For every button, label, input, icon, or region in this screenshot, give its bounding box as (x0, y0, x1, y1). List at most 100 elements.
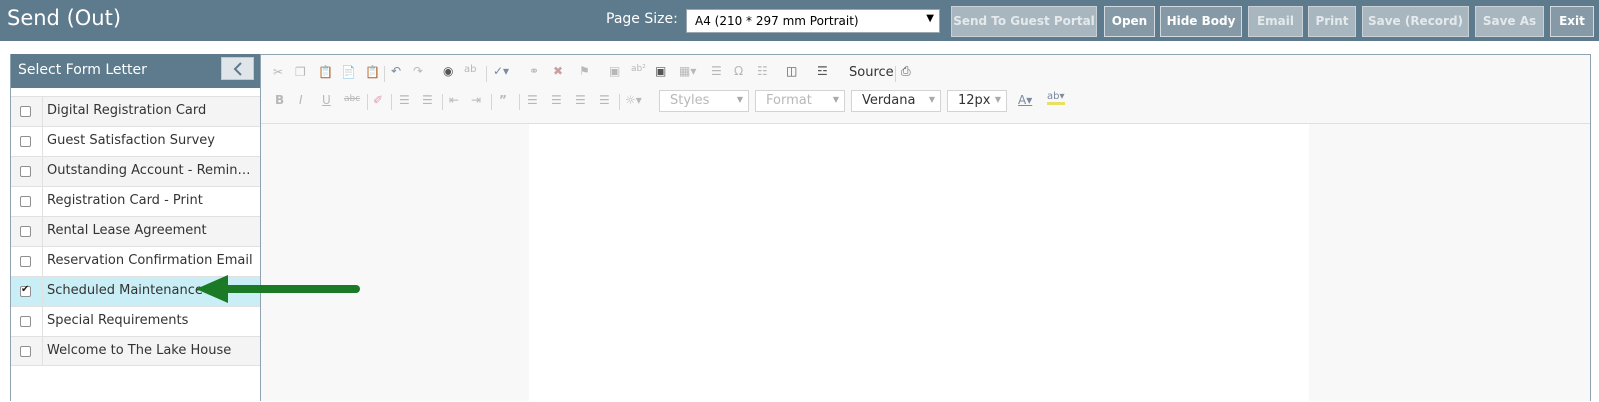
collapse-panel-button[interactable] (221, 57, 254, 80)
language-icon[interactable]: ☼▾ (625, 93, 642, 107)
caret-down-icon: ▼ (832, 95, 839, 104)
toolbar-separator (384, 66, 385, 82)
insert-image-icon[interactable]: ▣ (655, 64, 666, 78)
remove-format-icon[interactable]: ✐ (373, 93, 383, 107)
checkbox-cell (11, 277, 43, 306)
form-letter-row[interactable]: Registration Card - Print (11, 186, 260, 216)
replace-icon[interactable]: ab (464, 64, 476, 75)
paste-word-icon[interactable]: 📋 (365, 65, 380, 79)
format-dropdown-label: Format (766, 93, 812, 108)
blockquote-icon[interactable]: ” (499, 93, 507, 107)
save-record-button[interactable]: Save (Record) (1362, 6, 1469, 37)
font-dropdown-label: Verdana (862, 93, 916, 108)
source-icon[interactable]: ☲ (817, 64, 828, 78)
underline-icon[interactable]: U (322, 93, 331, 107)
font-dropdown[interactable]: Verdana ▼ (851, 90, 941, 112)
form-letter-checkbox[interactable] (20, 166, 31, 177)
checkbox-cell (11, 97, 43, 126)
source-button-label[interactable]: Source (849, 65, 894, 80)
form-letter-label: Reservation Confirmation Email (47, 253, 253, 268)
bulleted-list-icon[interactable]: ☰ (422, 93, 433, 107)
page-break-icon[interactable]: ☷ (757, 64, 768, 78)
superscript-icon[interactable]: ab² (631, 64, 646, 74)
redo-icon[interactable]: ↷ (413, 64, 423, 78)
anchor-icon[interactable]: ⚑ (579, 64, 590, 78)
form-letter-label: Rental Lease Agreement (47, 223, 207, 238)
align-center-icon[interactable]: ☰ (551, 93, 562, 107)
form-letter-row[interactable]: Outstanding Account - Reminder (11, 156, 260, 186)
form-letter-checkbox[interactable] (20, 226, 31, 237)
form-letter-row[interactable]: Guest Satisfaction Survey (11, 126, 260, 156)
cut-icon[interactable]: ✂ (273, 65, 283, 79)
hide-body-button[interactable]: Hide Body (1160, 6, 1242, 37)
align-left-icon[interactable]: ☰ (527, 93, 538, 107)
indent-icon[interactable]: ⇥ (471, 93, 481, 107)
form-letter-label: Guest Satisfaction Survey (47, 133, 215, 148)
italic-icon[interactable]: I (299, 93, 303, 107)
special-character-icon[interactable]: Ω (734, 64, 743, 78)
form-letter-checkbox[interactable] (20, 136, 31, 147)
styles-dropdown[interactable]: Styles ▼ (659, 90, 749, 112)
page-size-label: Page Size: (606, 11, 678, 27)
image-icon[interactable]: ▣ (609, 64, 620, 78)
text-color-icon[interactable]: A▾ (1018, 93, 1032, 107)
email-button[interactable]: Email (1248, 6, 1303, 37)
checkbox-cell (11, 187, 43, 216)
form-letter-row[interactable]: Rental Lease Agreement (11, 216, 260, 246)
justify-icon[interactable]: ☰ (599, 93, 610, 107)
bold-icon[interactable]: B (275, 93, 284, 107)
print-button[interactable]: Print (1308, 6, 1356, 37)
form-letter-checkbox[interactable] (20, 316, 31, 327)
send-to-guest-portal-button[interactable]: Send To Guest Portal (951, 6, 1097, 37)
form-letter-row[interactable]: Reservation Confirmation Email (11, 246, 260, 276)
link-icon[interactable]: ⚭ (529, 64, 539, 78)
spellcheck-icon[interactable]: ✓▾ (493, 64, 509, 78)
undo-icon[interactable]: ↶ (391, 64, 401, 78)
paste-text-icon[interactable]: 📄 (341, 65, 356, 79)
toolbar-separator (367, 94, 368, 110)
form-letter-checkbox[interactable] (20, 284, 31, 297)
form-letter-label: Registration Card - Print (47, 193, 203, 208)
chevron-left-icon (233, 62, 242, 76)
form-letter-checkbox[interactable] (20, 106, 31, 117)
form-letter-label: Welcome to The Lake House (47, 343, 232, 358)
iframe-icon[interactable]: ◫ (786, 64, 797, 78)
form-letter-panel: Select Form Letter Digital Registration … (10, 54, 260, 401)
caret-down-icon: ▼ (736, 95, 743, 104)
form-letter-list: Digital Registration Card Guest Satisfact… (11, 96, 260, 366)
checkbox-cell (11, 247, 43, 276)
annotation-arrow-icon (196, 275, 360, 303)
form-letter-checkbox[interactable] (20, 196, 31, 207)
paste-icon[interactable]: 📋 (318, 65, 333, 79)
editor-toolbar: ✂ ❐ 📋 📄 📋 ↶ ↷ ◉ ab ✓▾ ⚭ ✖ ⚑ ▣ ab² ▣ ▦▾ ☰… (261, 55, 1590, 124)
form-letter-row[interactable]: Digital Registration Card (11, 96, 260, 126)
find-icon[interactable]: ◉ (443, 64, 453, 78)
numbered-list-icon[interactable]: ☰ (399, 93, 410, 107)
align-right-icon[interactable]: ☰ (575, 93, 586, 107)
format-dropdown[interactable]: Format ▼ (755, 90, 845, 112)
table-icon[interactable]: ▦▾ (679, 64, 696, 78)
copy-icon[interactable]: ❐ (295, 65, 306, 79)
exit-button[interactable]: Exit (1550, 6, 1594, 37)
print-icon[interactable]: ⎙ (901, 64, 911, 79)
background-color-icon[interactable]: ab▾ (1047, 91, 1065, 105)
strikethrough-icon[interactable]: abc (344, 94, 360, 104)
unlink-icon[interactable]: ✖ (553, 64, 563, 78)
outdent-icon[interactable]: ⇤ (449, 93, 459, 107)
checkbox-cell (11, 157, 43, 186)
rich-text-editor: ✂ ❐ 📋 📄 📋 ↶ ↷ ◉ ab ✓▾ ⚭ ✖ ⚑ ▣ ab² ▣ ▦▾ ☰… (260, 54, 1591, 402)
font-size-dropdown[interactable]: 12px ▼ (947, 90, 1007, 112)
open-button[interactable]: Open (1104, 6, 1155, 37)
horizontal-line-icon[interactable]: ☰ (711, 64, 722, 78)
checkbox-cell (11, 337, 43, 366)
page-size-select[interactable]: A4 (210 * 297 mm Portrait) ▼ (686, 9, 940, 33)
document-page[interactable] (529, 124, 1309, 402)
form-letter-row[interactable]: Special Requirements (11, 306, 260, 336)
form-letter-checkbox[interactable] (20, 346, 31, 357)
page-title: Send (Out) (7, 6, 122, 30)
toolbar-separator (491, 94, 492, 110)
styles-dropdown-label: Styles (670, 93, 710, 108)
form-letter-row[interactable]: Welcome to The Lake House (11, 336, 260, 366)
form-letter-checkbox[interactable] (20, 256, 31, 267)
save-as-button[interactable]: Save As (1475, 6, 1544, 37)
